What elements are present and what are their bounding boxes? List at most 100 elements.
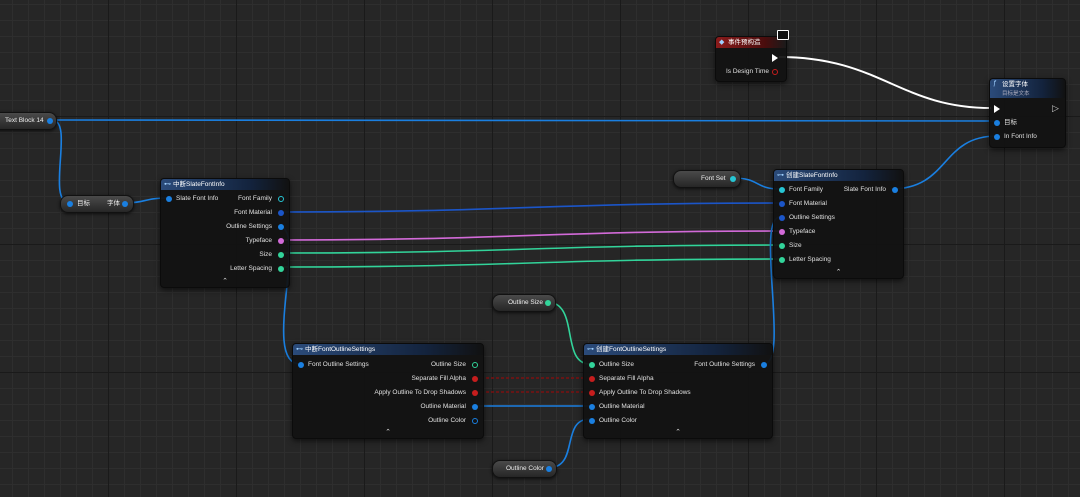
set-font-title: 设置字体 [1002,81,1028,88]
make-slate-font-info-node[interactable]: ⊶ 创建SlateFontInfo Font Family Slate Font… [773,169,904,279]
outline-color-variable[interactable]: Outline Color [492,460,557,478]
apply-outline-out-pin[interactable] [472,390,478,396]
get-font-target-pin[interactable] [67,201,73,207]
collapse-chevron-icon[interactable]: ⌃ [385,428,391,436]
size-in-label: Size [789,242,802,249]
separate-fill-alpha-in-pin[interactable] [589,376,595,382]
outline-material-in-label: Outline Material [599,403,645,410]
collapse-chevron-icon[interactable]: ⌃ [222,277,228,285]
outline-settings-out-pin[interactable] [278,224,284,230]
get-font-font-label: 字体 [107,200,120,207]
get-font-node[interactable]: 目标 字体 [60,195,134,213]
make-outline-header[interactable]: ⊶ 创建FontOutlineSettings [584,344,772,355]
outline-settings-out-label: Outline Settings [226,223,272,230]
outline-size-out-pin[interactable] [472,362,478,368]
outline-size-in-label: Outline Size [599,361,635,368]
outline-color-out-pin[interactable] [472,418,478,424]
text-block-variable[interactable]: Text Block 14 [0,112,57,130]
outline-material-out-label: Outline Material [420,403,466,410]
font-outline-settings-out-pin[interactable] [761,362,767,368]
outline-color-label: Outline Color [506,465,544,472]
letter-spacing-in-pin[interactable] [779,257,785,263]
struct-icon: ⊶ [587,346,594,353]
letter-spacing-out-pin[interactable] [278,266,284,272]
event-node-header[interactable]: ◆ 事件预构造 [716,37,786,48]
get-font-out-pin[interactable] [122,201,128,207]
event-preconstruct-node[interactable]: ◆ 事件预构造 Is Design Time [715,36,787,82]
exec-output-outline-icon: ▷ [1052,103,1059,113]
apply-outline-in-pin[interactable] [589,390,595,396]
make-outline-title: 创建FontOutlineSettings [596,346,667,353]
wire-textblock-target [51,119,998,122]
font-material-in-label: Font Material [789,200,827,207]
outline-settings-in-label: Outline Settings [789,214,835,221]
design-time-label: Is Design Time [726,68,769,75]
design-time-pin[interactable] [772,69,778,75]
font-family-in-label: Font Family [789,186,823,193]
font-set-label: Font Set [701,175,726,182]
font-family-in-pin[interactable] [779,187,785,193]
struct-icon: ⊷ [164,181,171,188]
collapse-chevron-icon[interactable]: ⌃ [675,428,681,436]
font-material-in-pin[interactable] [779,201,785,207]
outline-color-in-label: Outline Color [599,417,637,424]
outline-material-out-pin[interactable] [472,404,478,410]
font-set-out-pin[interactable] [730,176,736,182]
collapse-chevron-icon[interactable]: ⌃ [836,268,842,276]
in-font-info-pin[interactable] [994,134,1000,140]
outline-settings-in-pin[interactable] [779,215,785,221]
break-slate-font-info-node[interactable]: ⊷ 中断SlateFontInfo Slate Font Info Font F… [160,178,290,288]
struct-icon: ⊷ [296,346,303,353]
wire-size [277,244,781,254]
text-block-out-pin[interactable] [47,118,53,124]
outline-color-in-pin[interactable] [589,418,595,424]
outline-color-out-pin[interactable] [546,466,552,472]
typeface-in-label: Typeface [789,228,816,235]
wire-typeface [277,230,781,241]
separate-fill-alpha-in-label: Separate Fill Alpha [599,375,654,382]
exec-output-pin[interactable] [772,54,778,62]
break-outline-header[interactable]: ⊷ 中断FontOutlineSettings [293,344,483,355]
typeface-out-pin[interactable] [278,238,284,244]
outline-size-out-label: Outline Size [430,361,466,368]
typeface-out-label: Typeface [245,237,272,244]
font-material-out-label: Font Material [234,209,272,216]
set-font-header[interactable]: ƒ 设置字体 目标是文本 [990,79,1065,98]
wire-slate-infontinfo [890,135,998,190]
break-slate-header[interactable]: ⊷ 中断SlateFontInfo [161,179,289,190]
make-font-outline-settings-node[interactable]: ⊶ 创建FontOutlineSettings Outline Size Fon… [583,343,773,439]
function-icon: ƒ [993,80,997,87]
size-in-pin[interactable] [779,243,785,249]
wire-textblock-getfont [51,119,71,204]
separate-fill-alpha-out-pin[interactable] [472,376,478,382]
wire-font-material [277,202,781,213]
font-outline-settings-in-pin[interactable] [298,362,304,368]
size-out-pin[interactable] [278,252,284,258]
struct-icon: ⊶ [777,172,784,179]
font-set-variable[interactable]: Font Set [673,170,741,188]
set-font-node[interactable]: ƒ 设置字体 目标是文本 ▷ 目标 In Font Info [989,78,1066,148]
target-pin[interactable] [994,120,1000,126]
get-font-target-label: 目标 [77,200,90,207]
break-slate-title: 中断SlateFontInfo [173,181,225,188]
exec-input-pin[interactable] [994,105,1000,113]
typeface-in-pin[interactable] [779,229,785,235]
outline-size-in-pin[interactable] [589,362,595,368]
font-outline-settings-out-label: Font Outline Settings [694,361,755,368]
slate-font-info-out-pin[interactable] [892,187,898,193]
break-font-outline-settings-node[interactable]: ⊷ 中断FontOutlineSettings Font Outline Set… [292,343,484,439]
font-material-out-pin[interactable] [278,210,284,216]
outline-material-in-pin[interactable] [589,404,595,410]
monitor-icon [777,30,789,40]
outline-size-variable[interactable]: Outline Size [492,294,556,312]
font-family-out-pin[interactable] [278,196,284,202]
slate-font-info-in-pin[interactable] [166,196,172,202]
event-diamond-icon: ◆ [719,39,725,46]
in-font-info-label: In Font Info [1004,133,1037,140]
outline-size-out-pin[interactable] [545,300,551,306]
outline-color-out-label: Outline Color [428,417,466,424]
make-slate-header[interactable]: ⊶ 创建SlateFontInfo [774,170,903,181]
slate-font-info-out-label: Slate Font Info [843,186,886,193]
font-family-out-label: Font Family [238,195,272,202]
text-block-label: Text Block 14 [5,117,44,124]
